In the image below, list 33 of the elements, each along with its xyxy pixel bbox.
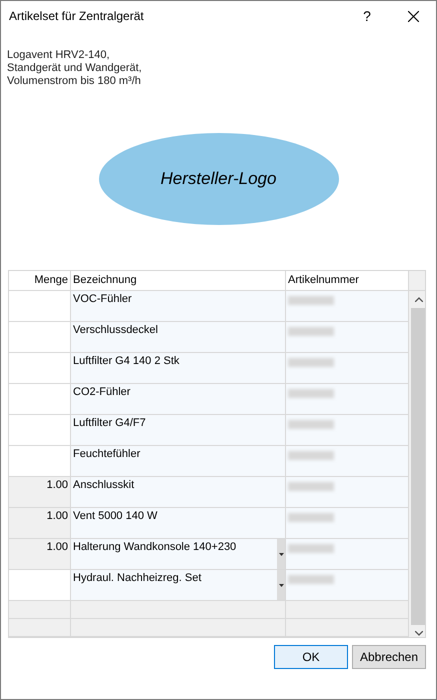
description-cell-text: Halterung Wandkonsole 140+230 <box>73 541 238 555</box>
description-cell-text: Vent 5000 140 W <box>73 510 158 524</box>
caret-icon <box>278 552 284 556</box>
description-cell-text: VOC-Fühler <box>73 293 133 307</box>
description-cell-text: Luftfilter G4/F7 <box>73 417 147 431</box>
quantity-cell: 1.00 <box>9 477 71 508</box>
description-cell-text: Feuchtefühler <box>73 448 142 462</box>
window-title: Artikelset für Zentralgerät <box>9 9 145 23</box>
column-header[interactable]: Menge <box>9 271 71 291</box>
description-cell-text: CO2-Fühler <box>73 386 132 400</box>
dropdown-button[interactable] <box>277 570 285 600</box>
scroll-thumb[interactable] <box>411 308 425 625</box>
column-header[interactable]: Bezeichnung <box>71 271 286 291</box>
column-header[interactable]: Artikelnummer <box>286 271 409 291</box>
description-cell-text: Luftfilter G4 140 2 Stk <box>73 355 180 369</box>
dropdown-button[interactable] <box>277 539 285 569</box>
description-text: Logavent HRV2-140, <box>7 49 111 62</box>
description-text: Volumenstrom bis 180 m³/h <box>7 75 142 88</box>
caret-icon <box>278 584 284 586</box>
quantity-cell: 1.00 <box>9 508 71 539</box>
description-text: Standgerät und Wandgerät, <box>7 62 143 75</box>
scroll-down-icon[interactable] <box>414 631 422 636</box>
dialog-button[interactable]: OK <box>274 645 348 669</box>
description-cell-text: Verschlussdeckel <box>73 324 159 338</box>
scrollbar[interactable] <box>409 291 425 637</box>
description-cell-text: Hydraul. Nachheizreg. Set <box>73 572 202 586</box>
dialog-button[interactable]: Abbrechen <box>352 645 426 669</box>
scroll-up-icon[interactable] <box>414 297 422 302</box>
logo-text: Hersteller-Logo <box>160 169 276 189</box>
quantity-cell: 1.00 <box>9 539 71 570</box>
help-button[interactable]: ? <box>344 1 390 31</box>
close-icon <box>408 10 418 22</box>
description-cell-text: Anschlusskit <box>73 479 136 493</box>
